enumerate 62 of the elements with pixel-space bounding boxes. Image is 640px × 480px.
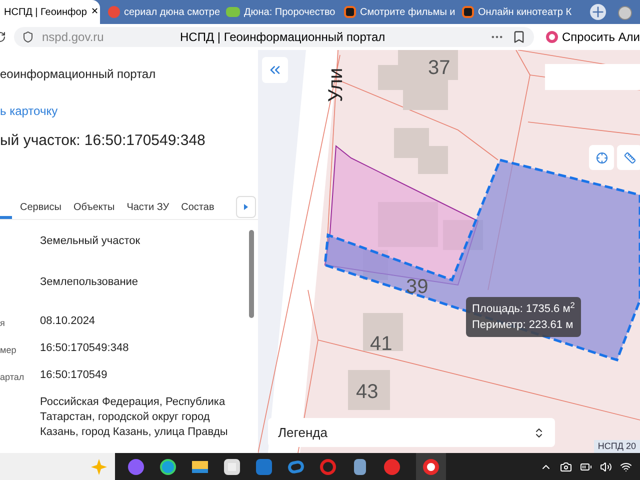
scrollbar[interactable] bbox=[249, 230, 254, 318]
close-icon[interactable]: ✕ bbox=[90, 5, 99, 19]
panel-tab[interactable]: Сервисы bbox=[20, 196, 62, 220]
caret-icon bbox=[244, 204, 248, 210]
browser-icon[interactable] bbox=[160, 458, 176, 474]
map[interactable]: Ули 37 39 41 43 Площадь: 1735.6 м$^{2}$ Периметр: 223.61 м Легенда НСПД 20 bbox=[258, 50, 640, 453]
perimeter-text: Периметр: 223.61 м bbox=[472, 318, 574, 333]
url-text: nspd.gov.ru bbox=[42, 29, 105, 46]
street-label: Ули bbox=[325, 68, 347, 102]
measure-button[interactable] bbox=[617, 145, 640, 170]
sparkle-icon bbox=[91, 458, 107, 474]
browser-tab[interactable]: Онлайн кинотеатр К bbox=[458, 0, 572, 24]
new-tab-icon[interactable] bbox=[590, 4, 606, 20]
property-label: артал bbox=[0, 372, 24, 382]
house-number: 43 bbox=[356, 381, 378, 403]
volume-icon[interactable] bbox=[600, 460, 612, 472]
tab-favicon-icon bbox=[226, 7, 240, 17]
wifi-icon[interactable] bbox=[620, 460, 632, 472]
property-value: 16:50:170549 bbox=[40, 368, 108, 383]
house-number: 41 bbox=[370, 333, 392, 355]
tabs-scroll-button[interactable] bbox=[236, 196, 256, 218]
browser-icon[interactable] bbox=[416, 453, 446, 480]
panel-tab[interactable]: Состав bbox=[181, 196, 214, 220]
assistant-button[interactable]: Спросить Али bbox=[542, 27, 640, 47]
expand-icon bbox=[533, 426, 545, 438]
shield-icon bbox=[22, 31, 34, 43]
address-bar[interactable]: nspd.gov.ru НСПД | Геоинформационный портал bbox=[14, 27, 534, 47]
panel-tab[interactable]: Объекты bbox=[73, 196, 115, 220]
map-attribution: НСПД 20 bbox=[594, 440, 640, 453]
camera-icon[interactable] bbox=[560, 460, 572, 472]
tab-favicon-icon bbox=[108, 6, 120, 18]
panel-tab[interactable]: Части ЗУ bbox=[126, 196, 170, 220]
tab-favicon-icon bbox=[344, 6, 356, 18]
assistant-icon bbox=[546, 31, 558, 43]
collapse-panel-button[interactable] bbox=[262, 57, 288, 83]
property-value: 08.10.2024 bbox=[40, 314, 96, 329]
legend-dropdown[interactable]: Легенда bbox=[268, 418, 555, 447]
browser-tab[interactable]: Смотрите фильмы и bbox=[340, 0, 454, 24]
property-value: 16:50:170549:348 bbox=[40, 341, 129, 356]
battery-icon[interactable] bbox=[580, 460, 592, 472]
area-text: Площадь: 1735.6 м$^{2}$ bbox=[472, 301, 575, 317]
open-card-link[interactable]: ь карточку bbox=[0, 102, 258, 118]
browser-tab[interactable]: сериал дюна смотре bbox=[104, 0, 218, 24]
locate-button[interactable] bbox=[589, 145, 614, 170]
bookmark-icon[interactable] bbox=[512, 30, 526, 44]
portal-title: еоинформационный портал bbox=[0, 66, 157, 81]
ruler-icon bbox=[624, 152, 636, 164]
property-value: Землепользование bbox=[40, 275, 138, 290]
house-number: 37 bbox=[428, 57, 450, 79]
property-value: Российская Федерация, Республика Татарстан, городской округ город Казань, город Казань, улица Правды bbox=[40, 395, 229, 440]
browser-tab[interactable]: Дюна: Пророчество bbox=[222, 0, 336, 24]
page-title: НСПД | Геоинформационный портал bbox=[180, 29, 386, 46]
property-value: Земельный участок bbox=[40, 234, 140, 249]
tab-favicon-icon bbox=[462, 6, 474, 18]
browser-tab[interactable]: НСПД | Геоинфор ✕ bbox=[0, 0, 100, 24]
parcel-heading: ый участок: 16:50:170549:348 bbox=[0, 131, 206, 150]
profile-icon[interactable] bbox=[618, 6, 632, 20]
house-number: 39 bbox=[406, 276, 428, 298]
property-label: мер bbox=[0, 345, 16, 355]
target-icon bbox=[596, 152, 608, 164]
assistant-icon[interactable] bbox=[128, 458, 144, 474]
property-label: я bbox=[0, 318, 5, 328]
